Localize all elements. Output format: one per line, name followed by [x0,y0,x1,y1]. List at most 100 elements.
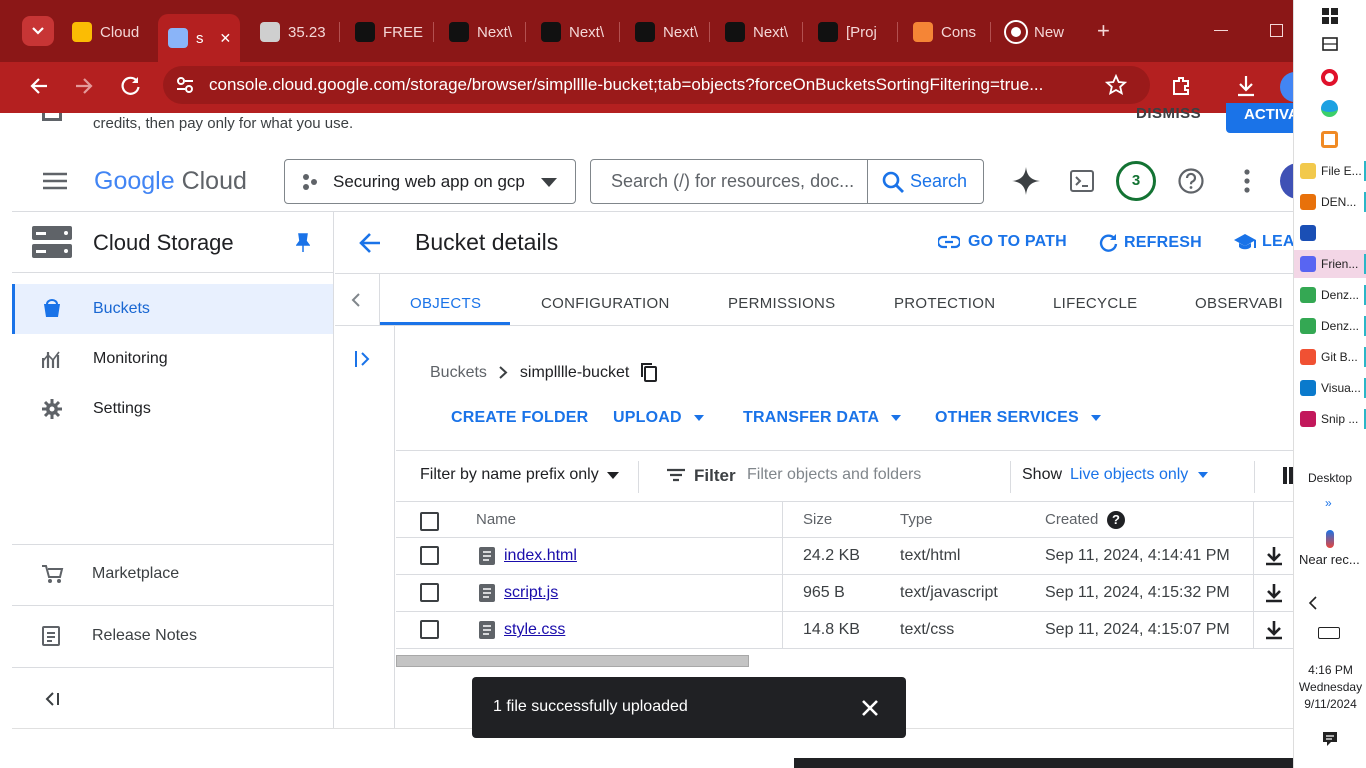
browser-tab[interactable]: Cons [903,14,981,50]
maximize-button[interactable] [1270,24,1283,37]
search-button[interactable]: Search [867,160,984,203]
notifications-badge[interactable]: 3 [1116,161,1156,201]
transfer-data-button[interactable]: TRANSFER DATA [743,409,902,427]
expand-panel-icon[interactable] [354,350,372,368]
upload-button[interactable]: UPLOAD [613,409,704,427]
other-services-button[interactable]: OTHER SERVICES [935,409,1101,427]
back-arrow-icon[interactable] [358,232,382,254]
opera-icon[interactable] [1321,69,1338,86]
address-bar[interactable]: console.cloud.google.com/storage/browser… [163,66,1150,104]
browser-tab-active[interactable]: s ✕ [158,14,240,62]
taskbar-app[interactable]: Visua... [1294,374,1366,402]
browser-tab[interactable]: Next\ [439,14,517,50]
sidebar-item-marketplace[interactable]: Marketplace [12,549,333,599]
gemini-sparkle-icon[interactable] [1012,167,1040,195]
copy-icon[interactable] [641,363,658,382]
windows-start-icon[interactable] [1322,8,1338,24]
column-header-type[interactable]: Type [900,511,933,528]
task-view-icon[interactable] [1322,37,1338,51]
download-icon[interactable] [1235,74,1257,98]
tab-protection[interactable]: PROTECTION [894,295,995,312]
sidebar-item-settings[interactable]: Settings [12,384,333,434]
search-box[interactable]: Search (/) for resources, doc... Search [590,159,984,204]
desktop-label[interactable]: Desktop [1308,471,1352,485]
breadcrumb-buckets[interactable]: Buckets [430,364,487,382]
hamburger-menu-icon[interactable] [43,171,67,191]
browser-tab[interactable]: 35.23 [250,14,328,50]
object-name-link[interactable]: style.css [504,621,565,639]
taskbar-app[interactable]: Denz... [1294,281,1366,309]
pin-icon[interactable] [296,233,310,253]
tab-lifecycle[interactable]: LIFECYCLE [1053,295,1137,312]
edge-icon[interactable] [1321,100,1338,117]
row-checkbox[interactable] [420,620,439,639]
notification-center-icon[interactable] [1322,731,1338,747]
more-vert-icon[interactable] [1244,169,1250,193]
column-header-name[interactable]: Name [476,511,516,528]
extensions-icon[interactable] [1170,74,1192,96]
object-name-link[interactable]: index.html [504,547,577,565]
sidebar-item-release-notes[interactable]: Release Notes [12,611,333,661]
download-icon[interactable] [1265,583,1283,603]
taskbar-app[interactable]: Snip ... [1294,405,1366,433]
tab-search-button[interactable] [22,16,54,46]
tab-scroll-left[interactable] [335,274,380,325]
column-header-created[interactable]: Created [1045,511,1098,528]
sidebar-item-monitoring[interactable]: Monitoring [12,334,333,384]
search-input[interactable]: Search (/) for resources, doc... [611,171,854,192]
taskbar-app[interactable] [1294,219,1366,247]
filter-mode-select[interactable]: Filter by name prefix only [420,466,619,484]
taskbar-app[interactable]: DEN... [1294,188,1366,216]
bookmark-star-icon[interactable] [1105,74,1127,96]
row-checkbox[interactable] [420,583,439,602]
object-name-link[interactable]: script.js [504,584,558,602]
clock[interactable]: 4:16 PM Wednesday 9/11/2024 [1294,662,1366,713]
sidebar-item-buckets[interactable]: Buckets [12,284,333,334]
tab-observability[interactable]: OBSERVABI [1195,295,1283,312]
collapse-sidebar-icon[interactable] [44,692,60,706]
browser-tab[interactable]: Next\ [715,14,793,50]
site-info-icon[interactable] [176,76,194,94]
help-icon[interactable] [1178,168,1204,194]
tab-objects[interactable]: OBJECTS [410,295,481,312]
browser-tab[interactable]: New [996,14,1074,50]
close-icon[interactable] [861,699,879,717]
create-folder-button[interactable]: CREATE FOLDER [451,409,588,427]
taskbar-app[interactable]: Denz... [1294,312,1366,340]
refresh-button[interactable]: REFRESH [1098,233,1202,253]
browser-tab[interactable]: FREE [345,14,423,50]
column-density-icon[interactable] [1283,467,1293,484]
new-tab-button[interactable]: + [1097,20,1110,42]
learn-button[interactable]: LEA [1234,233,1295,251]
show-select[interactable]: Live objects only [1070,466,1209,484]
download-icon[interactable] [1265,620,1283,640]
keyboard-icon[interactable] [1318,627,1340,639]
project-picker[interactable]: Securing web app on gcp [284,159,576,204]
close-tab-icon[interactable]: ✕ [220,30,232,47]
dismiss-button[interactable]: DISMISS [1136,105,1201,122]
minimize-button[interactable] [1214,30,1228,31]
forward-arrow-icon[interactable] [74,76,94,96]
filter-input[interactable]: Filter objects and folders [747,466,921,484]
go-to-path-button[interactable]: GO TO PATH [938,233,1067,251]
weather-text[interactable]: Near rec... [1299,552,1360,567]
overflow-chevron-icon[interactable]: » [1325,496,1332,510]
taskbar-app[interactable]: Frien... [1294,250,1366,278]
tab-configuration[interactable]: CONFIGURATION [541,295,670,312]
row-checkbox[interactable] [420,546,439,565]
browser-tab[interactable]: Next\ [625,14,703,50]
google-cloud-logo[interactable]: Google Cloud [94,167,247,196]
download-icon[interactable] [1265,546,1283,566]
column-header-size[interactable]: Size [803,511,832,528]
select-all-checkbox[interactable] [420,512,439,531]
horizontal-scrollbar[interactable] [396,655,749,667]
cloud-shell-icon[interactable] [1070,170,1094,192]
reload-icon[interactable] [120,75,142,97]
tab-permissions[interactable]: PERMISSIONS [728,295,836,312]
back-arrow-icon[interactable] [29,76,49,96]
chevron-left-icon[interactable] [1308,596,1318,610]
taskbar-app[interactable]: File E... [1294,157,1366,185]
browser-tab[interactable]: [Proj [808,14,886,50]
browser-tab[interactable]: Next\ [531,14,609,50]
help-icon[interactable]: ? [1107,511,1125,529]
